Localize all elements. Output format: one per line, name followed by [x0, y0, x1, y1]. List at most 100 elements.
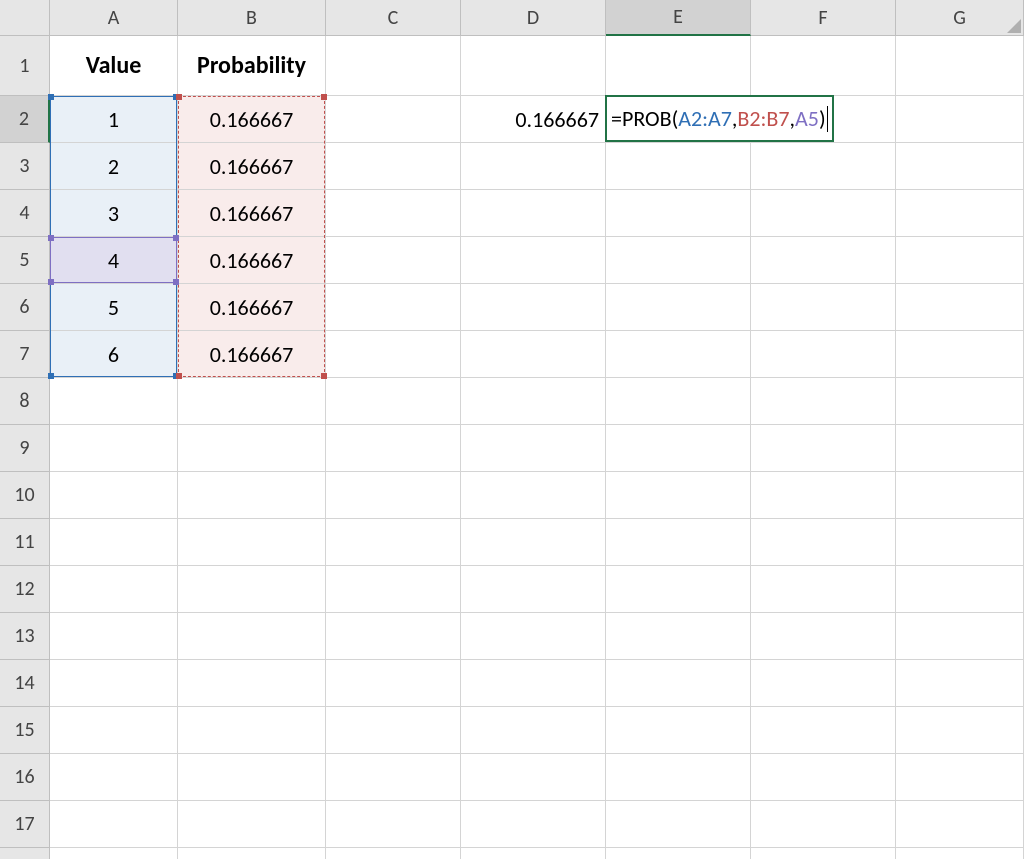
cell-e10[interactable]: [606, 472, 751, 519]
cell-a2[interactable]: 1: [50, 96, 178, 143]
row-header-2[interactable]: 2: [0, 96, 50, 143]
row-header-6[interactable]: 6: [0, 284, 50, 331]
cell-g9[interactable]: [896, 425, 1024, 472]
cell-e9[interactable]: [606, 425, 751, 472]
cell-a11[interactable]: [50, 519, 178, 566]
cell-d18[interactable]: [461, 848, 606, 859]
column-header-e[interactable]: E: [606, 0, 751, 36]
cell-g15[interactable]: [896, 707, 1024, 754]
cell-a6[interactable]: 5: [50, 284, 178, 331]
column-header-b[interactable]: B: [178, 0, 326, 36]
cell-b11[interactable]: [178, 519, 326, 566]
cell-e5[interactable]: [606, 237, 751, 284]
row-header-14[interactable]: 14: [0, 660, 50, 707]
cell-d8[interactable]: [461, 378, 606, 425]
cell-f1[interactable]: [751, 36, 896, 96]
row-header-9[interactable]: 9: [0, 425, 50, 472]
cell-b10[interactable]: [178, 472, 326, 519]
cell-a14[interactable]: [50, 660, 178, 707]
cell-e1[interactable]: [606, 36, 751, 96]
cell-b5[interactable]: 0.166667: [178, 237, 326, 284]
cell-c1[interactable]: [326, 36, 461, 96]
cell-g14[interactable]: [896, 660, 1024, 707]
cell-c15[interactable]: [326, 707, 461, 754]
cell-f17[interactable]: [751, 801, 896, 848]
cell-a9[interactable]: [50, 425, 178, 472]
cell-f7[interactable]: [751, 331, 896, 378]
row-header-15[interactable]: 15: [0, 707, 50, 754]
cell-a16[interactable]: [50, 754, 178, 801]
column-header-f[interactable]: F: [751, 0, 896, 36]
row-header-11[interactable]: 11: [0, 519, 50, 566]
cell-f3[interactable]: [751, 143, 896, 190]
cell-g6[interactable]: [896, 284, 1024, 331]
cell-e4[interactable]: [606, 190, 751, 237]
cell-f16[interactable]: [751, 754, 896, 801]
cell-g10[interactable]: [896, 472, 1024, 519]
cell-c5[interactable]: [326, 237, 461, 284]
cell-a10[interactable]: [50, 472, 178, 519]
cell-g13[interactable]: [896, 613, 1024, 660]
cell-c3[interactable]: [326, 143, 461, 190]
cell-e7[interactable]: [606, 331, 751, 378]
cell-f15[interactable]: [751, 707, 896, 754]
column-header-d[interactable]: D: [461, 0, 606, 36]
cell-g11[interactable]: [896, 519, 1024, 566]
cell-f8[interactable]: [751, 378, 896, 425]
cell-g18[interactable]: [896, 848, 1024, 859]
cell-f12[interactable]: [751, 566, 896, 613]
cell-g8[interactable]: [896, 378, 1024, 425]
cell-e18[interactable]: [606, 848, 751, 859]
row-header-17[interactable]: 17: [0, 801, 50, 848]
cell-a8[interactable]: [50, 378, 178, 425]
cell-f5[interactable]: [751, 237, 896, 284]
cell-a3[interactable]: 2: [50, 143, 178, 190]
cell-d13[interactable]: [461, 613, 606, 660]
cell-c2[interactable]: [326, 96, 461, 143]
row-header-12[interactable]: 12: [0, 566, 50, 613]
cell-e17[interactable]: [606, 801, 751, 848]
cell-d3[interactable]: [461, 143, 606, 190]
cell-a1[interactable]: Value: [50, 36, 178, 96]
cell-a12[interactable]: [50, 566, 178, 613]
cell-e2-editing[interactable]: =PROB(A2:A7, B2:B7, A5): [605, 95, 834, 142]
cell-b12[interactable]: [178, 566, 326, 613]
cell-d1[interactable]: [461, 36, 606, 96]
cell-c9[interactable]: [326, 425, 461, 472]
row-header-1[interactable]: 1: [0, 36, 50, 96]
cell-g16[interactable]: [896, 754, 1024, 801]
cell-f11[interactable]: [751, 519, 896, 566]
cell-c11[interactable]: [326, 519, 461, 566]
cell-b2[interactable]: 0.166667: [178, 96, 326, 143]
cell-b1[interactable]: Probability: [178, 36, 326, 96]
column-header-a[interactable]: A: [50, 0, 178, 36]
cell-c14[interactable]: [326, 660, 461, 707]
cell-b18[interactable]: [178, 848, 326, 859]
cell-g12[interactable]: [896, 566, 1024, 613]
cell-c12[interactable]: [326, 566, 461, 613]
cell-g17[interactable]: [896, 801, 1024, 848]
cell-c6[interactable]: [326, 284, 461, 331]
cell-b7[interactable]: 0.166667: [178, 331, 326, 378]
cell-b15[interactable]: [178, 707, 326, 754]
cell-a5[interactable]: 4: [50, 237, 178, 284]
cell-d15[interactable]: [461, 707, 606, 754]
row-header-8[interactable]: 8: [0, 378, 50, 425]
cell-c8[interactable]: [326, 378, 461, 425]
cell-c13[interactable]: [326, 613, 461, 660]
cell-a13[interactable]: [50, 613, 178, 660]
cell-d4[interactable]: [461, 190, 606, 237]
cell-b13[interactable]: [178, 613, 326, 660]
column-header-c[interactable]: C: [326, 0, 461, 36]
cell-c4[interactable]: [326, 190, 461, 237]
row-header-16[interactable]: 16: [0, 754, 50, 801]
cell-b6[interactable]: 0.166667: [178, 284, 326, 331]
cell-e15[interactable]: [606, 707, 751, 754]
row-header-5[interactable]: 5: [0, 237, 50, 284]
cell-e3[interactable]: [606, 143, 751, 190]
cell-d17[interactable]: [461, 801, 606, 848]
row-header-13[interactable]: 13: [0, 613, 50, 660]
cell-c7[interactable]: [326, 331, 461, 378]
cell-a15[interactable]: [50, 707, 178, 754]
cell-f10[interactable]: [751, 472, 896, 519]
